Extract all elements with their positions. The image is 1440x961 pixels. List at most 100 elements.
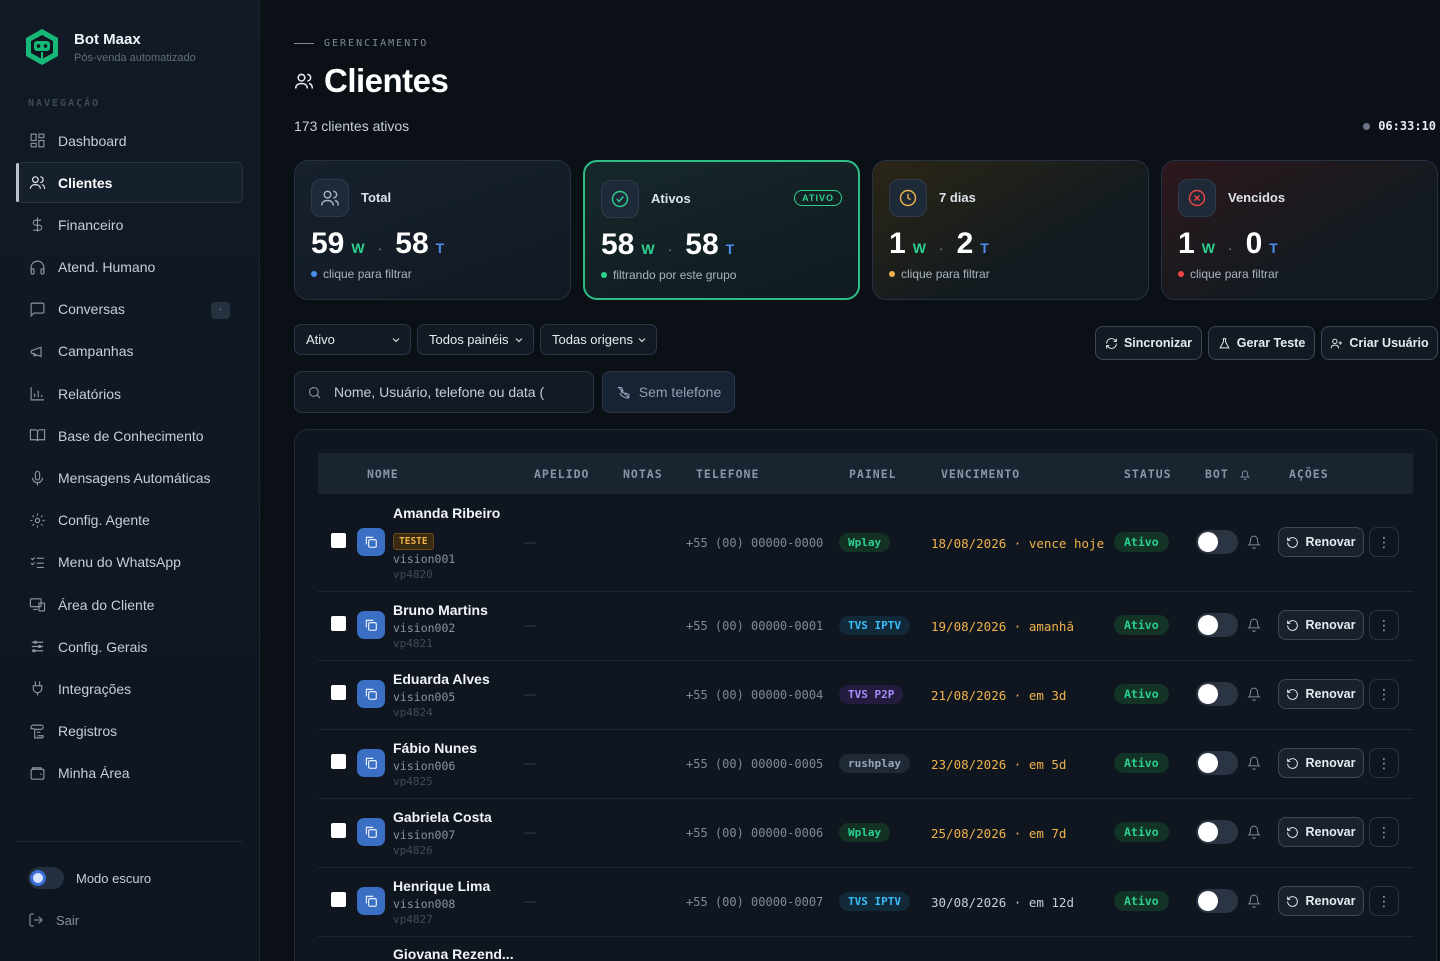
bot-toggle[interactable] <box>1196 889 1238 913</box>
header-phone[interactable]: TELEFONE <box>696 467 759 481</box>
table-row[interactable]: Bruno Martins vision002 vp4821 — +55 (00… <box>318 592 1413 661</box>
notify-button[interactable] <box>1247 687 1261 706</box>
sidebar-item-atend-humano[interactable]: Atend. Humano <box>16 247 243 288</box>
client-phone[interactable]: +55 (00) 00000-0001 <box>686 619 823 633</box>
table-row[interactable]: Giovana Rezend... <box>318 937 1413 961</box>
sidebar-item-registros[interactable]: Registros <box>16 711 243 752</box>
more-options-button[interactable]: ⋮ <box>1369 886 1399 916</box>
header-nick[interactable]: APELIDO <box>534 467 589 481</box>
client-phone[interactable]: +55 (00) 00000-0007 <box>686 895 823 909</box>
client-username: vision008 <box>393 897 456 911</box>
client-name[interactable]: Amanda Ribeiro <box>393 505 500 521</box>
panel-select[interactable]: Todos painéis <box>417 324 534 355</box>
client-name[interactable]: Eduarda Alves <box>393 671 490 687</box>
bot-toggle[interactable] <box>1196 751 1238 775</box>
copy-button[interactable] <box>357 528 385 556</box>
more-options-button[interactable]: ⋮ <box>1369 817 1399 847</box>
search-box[interactable] <box>294 371 594 413</box>
header-bot[interactable]: BOT <box>1205 467 1250 481</box>
header-status[interactable]: STATUS <box>1124 467 1172 481</box>
sidebar-item-campanhas[interactable]: Campanhas <box>16 331 243 372</box>
sidebar-item-dashboard[interactable]: Dashboard <box>16 120 243 161</box>
origin-select[interactable]: Todas origens <box>540 324 657 355</box>
renew-button[interactable]: Renovar <box>1278 748 1364 778</box>
row-checkbox[interactable] <box>331 823 346 838</box>
row-checkbox[interactable] <box>331 754 346 769</box>
stat-card-total[interactable]: Total 59 W · 58 T clique para filtrar <box>294 160 571 300</box>
sidebar-item-base-conhecimento[interactable]: Base de Conhecimento <box>16 415 243 456</box>
dark-mode-switch[interactable] <box>28 867 64 889</box>
notify-button[interactable] <box>1247 825 1261 844</box>
sidebar-item-area-cliente[interactable]: Área do Cliente <box>16 584 243 625</box>
logout-button[interactable]: Sair <box>28 912 79 928</box>
copy-button[interactable] <box>357 818 385 846</box>
copy-button[interactable] <box>357 887 385 915</box>
table-row[interactable]: Gabriela Costa vision007 vp4826 — +55 (0… <box>318 799 1413 868</box>
more-options-button[interactable]: ⋮ <box>1369 679 1399 709</box>
copy-button[interactable] <box>357 611 385 639</box>
sidebar-item-menu-whatsapp[interactable]: Menu do WhatsApp <box>16 542 243 583</box>
dark-mode-toggle[interactable]: Modo escuro <box>28 867 151 889</box>
brand[interactable]: Bot Maax Pós-venda automatizado <box>24 28 196 66</box>
sidebar-item-label: Mensagens Automáticas <box>58 470 211 486</box>
create-user-button[interactable]: Criar Usuário <box>1321 326 1438 360</box>
bot-toggle[interactable] <box>1196 530 1238 554</box>
header-notes[interactable]: NOTAS <box>623 467 663 481</box>
sidebar-item-integracoes[interactable]: Integrações <box>16 668 243 709</box>
sidebar-item-minha-area[interactable]: Minha Área <box>16 753 243 794</box>
renew-icon <box>1287 826 1299 838</box>
sync-button[interactable]: Sincronizar <box>1095 326 1202 360</box>
stat-card-vencidos[interactable]: Vencidos 1W · 0T clique para filtrar <box>1161 160 1438 300</box>
more-options-button[interactable]: ⋮ <box>1369 610 1399 640</box>
renew-button[interactable]: Renovar <box>1278 679 1364 709</box>
table-row[interactable]: Fábio Nunes vision006 vp4825 — +55 (00) … <box>318 730 1413 799</box>
notify-button[interactable] <box>1247 756 1261 775</box>
sidebar-item-clientes[interactable]: Clientes <box>16 162 243 204</box>
bot-toggle[interactable] <box>1196 820 1238 844</box>
sidebar-item-config-gerais[interactable]: Config. Gerais <box>16 626 243 667</box>
sidebar-item-conversas[interactable]: Conversas · <box>16 289 243 330</box>
row-checkbox[interactable] <box>331 616 346 631</box>
table-row[interactable]: Eduarda Alves vision005 vp4824 — +55 (00… <box>318 661 1413 730</box>
notify-button[interactable] <box>1247 618 1261 637</box>
client-name[interactable]: Henrique Lima <box>393 878 490 894</box>
table-row[interactable]: Henrique Lima vision008 vp4827 — +55 (00… <box>318 868 1413 937</box>
row-checkbox[interactable] <box>331 892 346 907</box>
renew-button[interactable]: Renovar <box>1278 527 1364 557</box>
header-name[interactable]: NOME <box>367 467 399 481</box>
row-checkbox[interactable] <box>331 533 346 548</box>
bot-toggle[interactable] <box>1196 682 1238 706</box>
notify-button[interactable] <box>1247 894 1261 913</box>
client-name[interactable]: Giovana Rezend... <box>393 946 514 961</box>
more-options-button[interactable]: ⋮ <box>1369 527 1399 557</box>
client-name[interactable]: Fábio Nunes <box>393 740 477 756</box>
client-phone[interactable]: +55 (00) 00000-0000 <box>686 536 823 550</box>
copy-button[interactable] <box>357 749 385 777</box>
stat-card-ativos[interactable]: Ativos ATIVO 58 W · 58 T filtrando por est… <box>583 160 860 300</box>
more-options-button[interactable]: ⋮ <box>1369 748 1399 778</box>
client-phone[interactable]: +55 (00) 00000-0006 <box>686 826 823 840</box>
no-phone-filter-button[interactable]: Sem telefone <box>602 371 735 413</box>
stat-card-7-dias[interactable]: 7 dias 1W · 2T clique para filtrar <box>872 160 1149 300</box>
sidebar-item-relatorios[interactable]: Relatórios <box>16 373 243 414</box>
header-panel[interactable]: PAINEL <box>849 467 897 481</box>
table-row[interactable]: Amanda Ribeiro TESTE vision001 vp4820 — … <box>318 495 1413 592</box>
sidebar-item-financeiro[interactable]: Financeiro <box>16 204 243 245</box>
client-name[interactable]: Bruno Martins <box>393 602 488 618</box>
notify-button[interactable] <box>1247 535 1261 554</box>
renew-button[interactable]: Renovar <box>1278 610 1364 640</box>
row-checkbox[interactable] <box>331 685 346 700</box>
client-name[interactable]: Gabriela Costa <box>393 809 492 825</box>
status-select[interactable]: Ativo <box>294 324 411 355</box>
renew-button[interactable]: Renovar <box>1278 886 1364 916</box>
bot-toggle[interactable] <box>1196 613 1238 637</box>
header-due[interactable]: VENCIMENTO <box>941 467 1020 481</box>
search-input[interactable] <box>334 384 574 400</box>
client-phone[interactable]: +55 (00) 00000-0005 <box>686 757 823 771</box>
copy-button[interactable] <box>357 680 385 708</box>
client-phone[interactable]: +55 (00) 00000-0004 <box>686 688 823 702</box>
sidebar-item-config-agente[interactable]: Config. Agente <box>16 500 243 541</box>
renew-button[interactable]: Renovar <box>1278 817 1364 847</box>
generate-test-button[interactable]: Gerar Teste <box>1208 326 1315 360</box>
sidebar-item-mensagens-automaticas[interactable]: Mensagens Automáticas <box>16 458 243 499</box>
